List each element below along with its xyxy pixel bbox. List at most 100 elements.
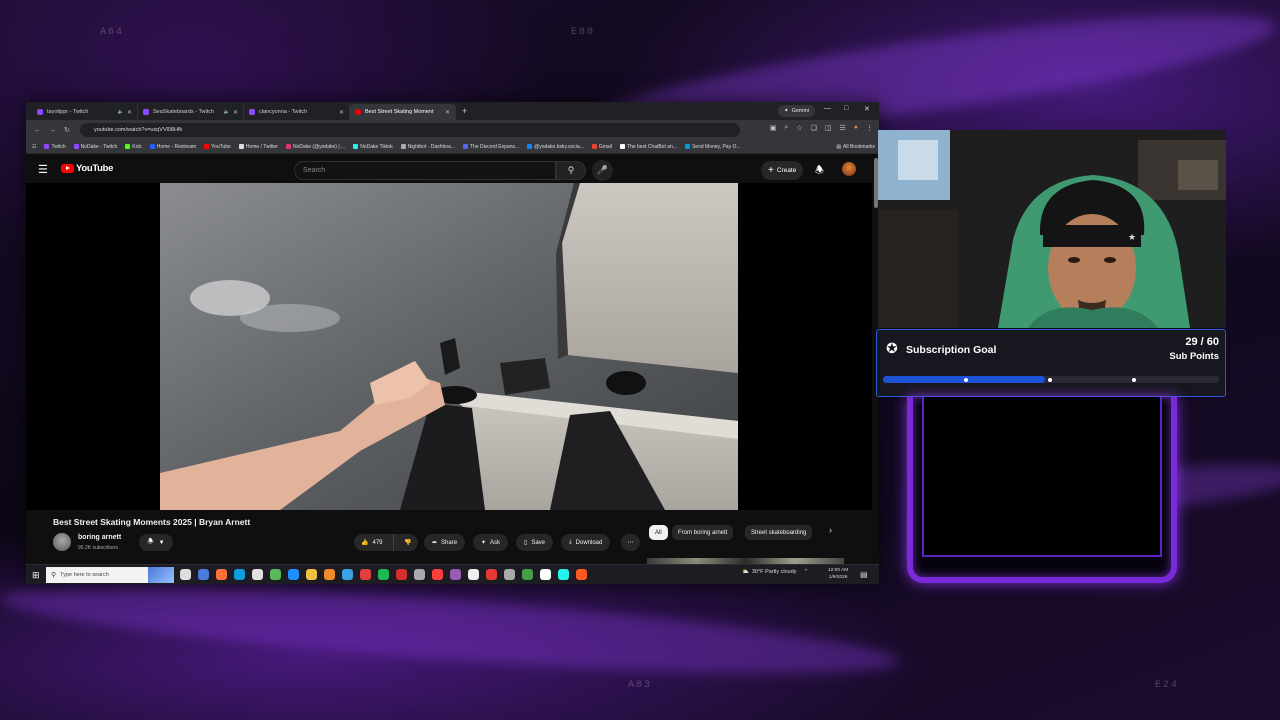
apps-grid-icon[interactable]: ☷	[32, 144, 36, 150]
youtube-logo[interactable]: YouTube	[61, 163, 113, 174]
taskbar-app-icon[interactable]	[576, 569, 587, 580]
taskbar-app-icon[interactable]	[522, 569, 533, 580]
taskbar-app-icon[interactable]	[396, 569, 407, 580]
forward-icon[interactable]: →	[49, 127, 56, 134]
taskbar-app-icon[interactable]	[378, 569, 389, 580]
bookmark-item[interactable]: Twitch	[44, 144, 66, 150]
bookmark-item[interactable]: Home / Twitter	[238, 144, 278, 150]
star-icon[interactable]: ☆	[796, 124, 802, 132]
zoom-icon[interactable]: ⌕	[784, 124, 788, 132]
profile-icon[interactable]: ●	[854, 124, 858, 132]
video-player[interactable]	[26, 183, 872, 510]
taskbar-app-icon[interactable]	[180, 569, 191, 580]
taskbar-app-icon[interactable]	[270, 569, 281, 580]
sidepanel-icon[interactable]: ◫	[825, 124, 832, 132]
reload-icon[interactable]: ↻	[64, 126, 70, 134]
taskbar-app-icon[interactable]	[360, 569, 371, 580]
bookmark-item[interactable]: NoDake (@yodake) | ...	[285, 143, 346, 150]
back-icon[interactable]: ←	[34, 127, 41, 134]
bookmark-item[interactable]: The Discord Expans...	[462, 144, 519, 150]
taskbar-app-icon[interactable]	[252, 569, 263, 580]
weather-widget[interactable]: ⛅ 30°F Partly cloudy ⌃	[742, 569, 808, 575]
taskbar-app-icon[interactable]	[306, 569, 317, 580]
new-tab-button[interactable]: +	[462, 106, 467, 116]
taskbar-app-icon[interactable]	[450, 569, 461, 580]
bookmark-item[interactable]: Kick	[125, 144, 142, 150]
chevron-right-icon[interactable]: ›	[829, 525, 832, 535]
taskbar-app-icon[interactable]	[234, 569, 245, 580]
voice-search-button[interactable]: 🎤	[592, 160, 613, 181]
url-input[interactable]: youtube.com/watch?v=usqVVl08Hfk	[80, 123, 740, 137]
subscription-bell-button[interactable]: 🕭 ▼	[139, 534, 173, 551]
notifications-bell-icon[interactable]: 🕭	[815, 163, 824, 180]
all-bookmarks-button[interactable]: ▤ All Bookmarks	[836, 144, 875, 150]
create-button[interactable]: + Create	[761, 161, 804, 180]
browser-tab[interactable]: tayotippr - Twitch 🔈 ✕	[32, 104, 138, 120]
chevron-up-icon[interactable]: ⌃	[804, 569, 809, 575]
user-avatar[interactable]	[842, 162, 856, 176]
taskbar-app-icon[interactable]	[288, 569, 299, 580]
taskbar-app-icon[interactable]	[324, 569, 335, 580]
close-tab-icon[interactable]: ✕	[445, 109, 450, 116]
taskbar-app-icon[interactable]	[540, 569, 551, 580]
bookmark-item[interactable]: Gmail	[591, 144, 612, 150]
folder-icon: ▤	[836, 143, 842, 150]
taskbar-app-icon[interactable]	[504, 569, 515, 580]
taskbar-app-icon[interactable]	[414, 569, 425, 580]
bookmark-item[interactable]: The best ChatBot an...	[619, 143, 677, 150]
minimize-icon[interactable]: —	[824, 105, 831, 112]
bookmark-item[interactable]: YouTube	[204, 144, 231, 150]
maximize-icon[interactable]: □	[844, 105, 848, 112]
menu-icon[interactable]: ⋮	[866, 124, 873, 132]
ask-button[interactable]: ✦ Ask	[473, 534, 509, 551]
close-tab-icon[interactable]: ✕	[233, 109, 238, 116]
bookmark-item[interactable]: Send Money, Pay O...	[684, 144, 741, 150]
close-window-icon[interactable]: ✕	[864, 105, 870, 113]
search-input[interactable]: Search	[294, 161, 556, 180]
browser-tab[interactable]: SeaSkateboards - Twitch 🔈 ✕	[138, 104, 244, 120]
extensions-icon[interactable]: ❏	[811, 124, 817, 132]
dislike-button[interactable]: 👎	[398, 539, 411, 546]
more-actions-button[interactable]: ⋯	[621, 534, 640, 551]
video-frame[interactable]	[160, 183, 738, 510]
hamburger-menu-icon[interactable]: ☰	[38, 163, 48, 176]
taskbar-app-icon[interactable]	[558, 569, 569, 580]
taskbar-clock[interactable]: 12:00 AM 1/9/2026	[828, 567, 848, 581]
download-button[interactable]: ⤓ Download	[561, 534, 611, 551]
search-button[interactable]: ⚲	[556, 161, 586, 180]
bookmark-label: NoDake Tiktok	[360, 143, 393, 150]
gemini-button[interactable]: ✦ Gemini	[777, 105, 815, 117]
media-icon[interactable]: ☰	[839, 124, 845, 132]
notification-icon[interactable]: ▤	[860, 570, 868, 579]
chip-street-skateboarding[interactable]: Street skateboarding	[745, 525, 813, 540]
save-button[interactable]: ▯ Save	[516, 534, 553, 551]
taskbar-app-icon[interactable]	[198, 569, 209, 580]
taskbar-app-icon[interactable]	[468, 569, 479, 580]
bookmark-item[interactable]: Nightbot - Dashboa...	[400, 144, 455, 150]
windows-start-icon[interactable]: ⊞	[32, 570, 40, 581]
taskbar-app-icon[interactable]	[342, 569, 353, 580]
browser-tab[interactable]: clancyonna - Twitch ✕	[244, 104, 350, 120]
install-icon[interactable]: ▣	[770, 124, 777, 132]
browser-tab-active[interactable]: Best Street Skating Moment ✕	[350, 104, 456, 120]
chip-from-channel[interactable]: From boring arnett	[672, 525, 734, 540]
close-tab-icon[interactable]: ✕	[127, 109, 132, 116]
chip-all[interactable]: All	[649, 525, 668, 540]
speaker-icon[interactable]: 🔈	[118, 109, 124, 115]
close-tab-icon[interactable]: ✕	[339, 109, 344, 116]
share-button[interactable]: ➦ Share	[424, 534, 466, 551]
taskbar-app-icon[interactable]	[216, 569, 227, 580]
bookmark-item[interactable]: NoDake - Twitch	[73, 144, 117, 150]
bookmark-item[interactable]: NoDake Tiktok	[353, 144, 393, 150]
channel-avatar[interactable]	[53, 533, 71, 551]
taskbar-app-icon[interactable]	[486, 569, 497, 580]
taskbar-search-input[interactable]: ⚲ Type here to search	[46, 567, 174, 583]
bookmark-item[interactable]: @yodake.bsky.socia...	[527, 144, 584, 150]
taskbar-app-icon[interactable]	[432, 569, 443, 580]
channel-name[interactable]: boring arnett	[78, 534, 121, 541]
bookmark-label: The best ChatBot an...	[626, 143, 677, 150]
like-button[interactable]: 👍 479	[354, 534, 394, 551]
bookmark-item[interactable]: Home - Restream	[149, 144, 196, 150]
bookmark-label: NoDake (@yodake) | ...	[292, 143, 346, 150]
speaker-icon[interactable]: 🔈	[224, 109, 230, 115]
